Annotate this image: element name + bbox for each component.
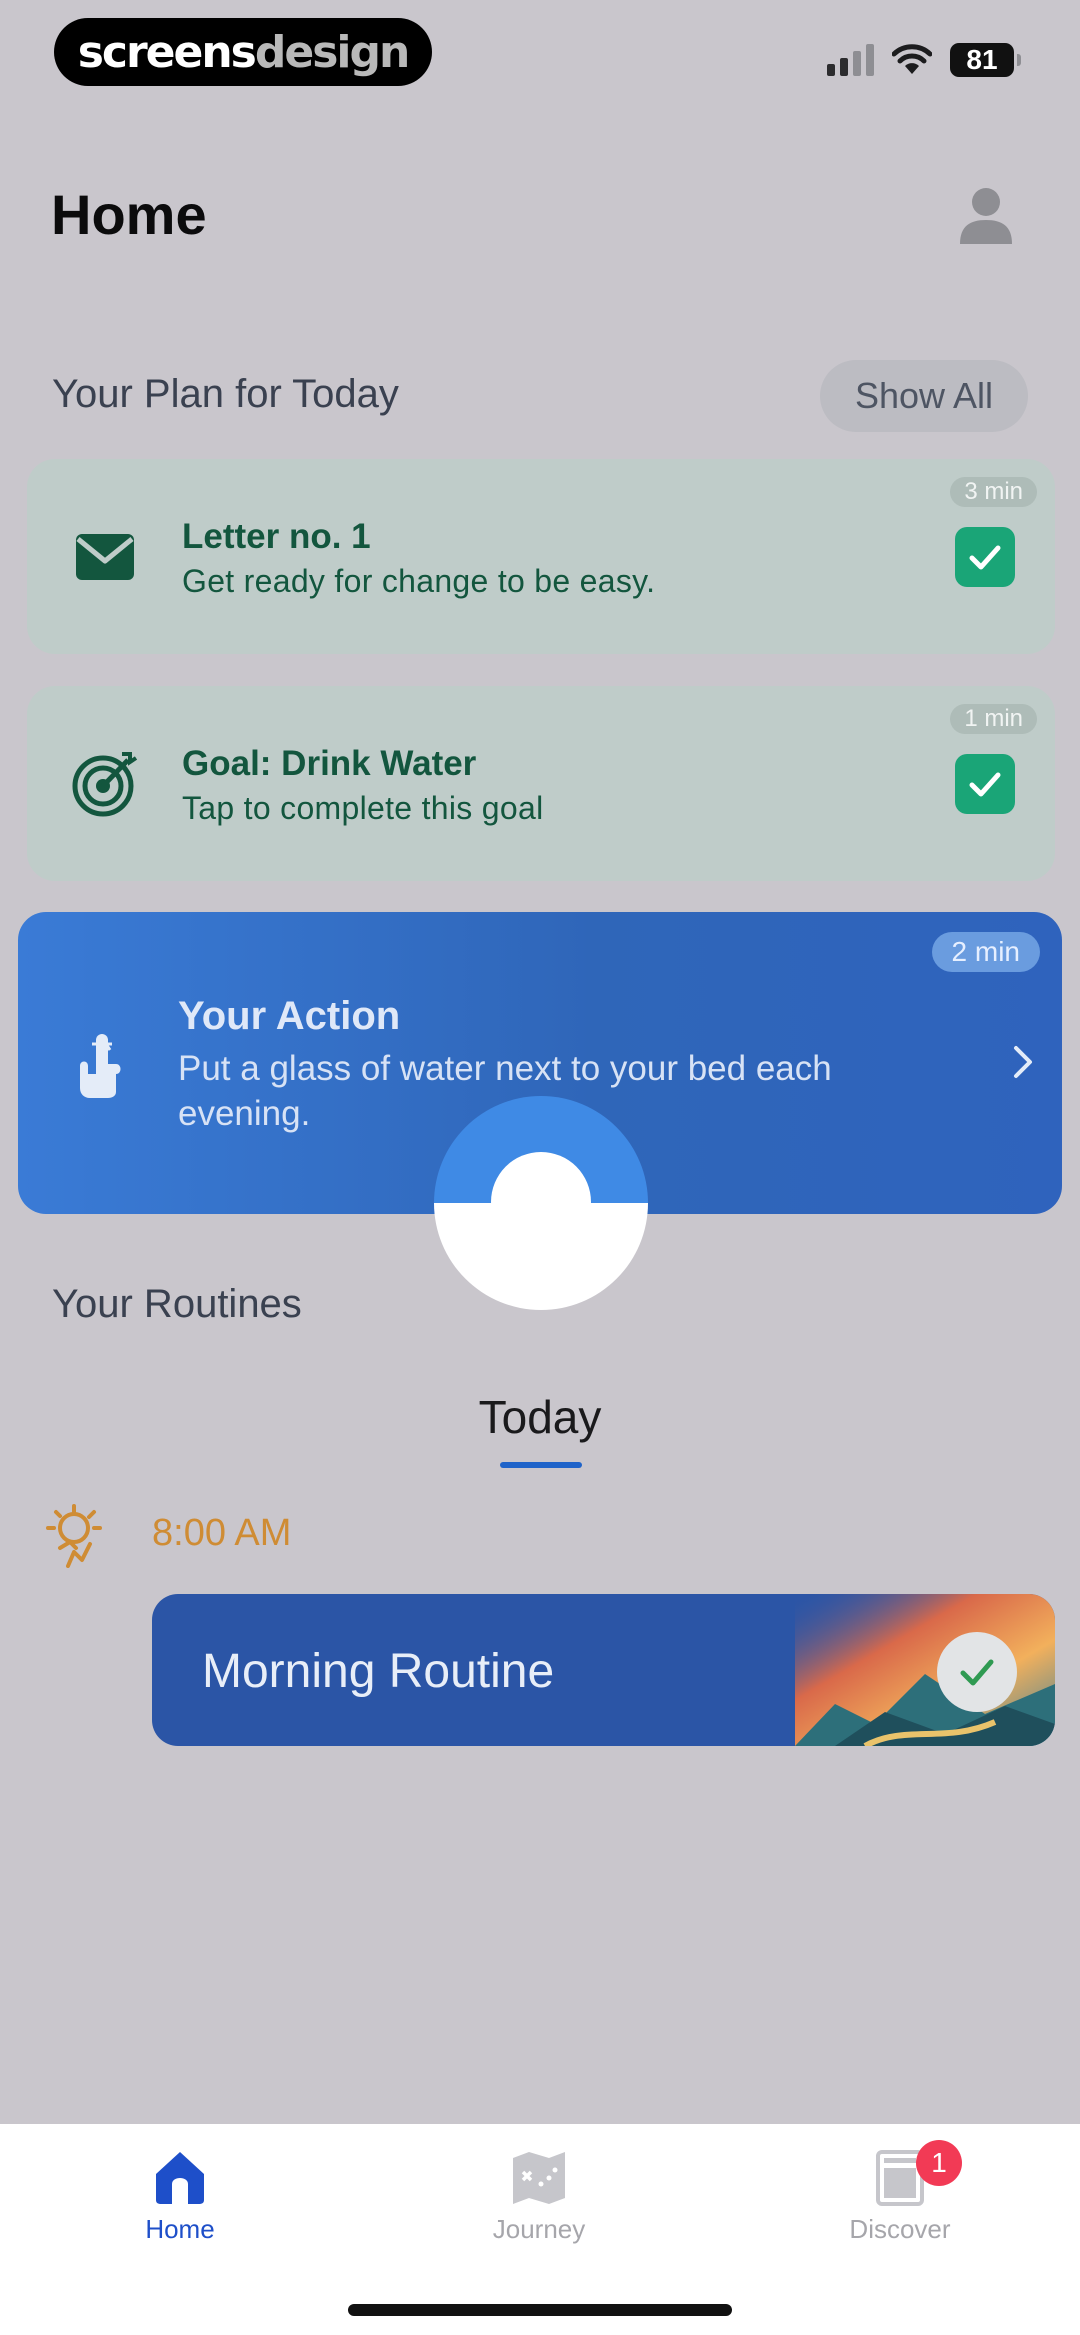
map-icon xyxy=(513,2152,565,2204)
plan-card-letter[interactable]: 3 min Letter no. 1 Get ready for change … xyxy=(27,459,1055,654)
person-icon[interactable] xyxy=(958,186,1014,246)
checkmark-icon xyxy=(969,772,1001,797)
tab-home[interactable]: Home xyxy=(80,2148,280,2268)
page-title: Home xyxy=(51,183,207,246)
plan-section-title: Your Plan for Today xyxy=(52,372,399,416)
tab-journey[interactable]: Journey xyxy=(439,2148,639,2268)
plan-item-subtitle: Get ready for change to be easy. xyxy=(182,563,656,599)
duration-badge: 1 min xyxy=(950,704,1037,734)
duration-badge: 2 min xyxy=(931,932,1040,972)
tab-label: Journey xyxy=(492,2214,586,2244)
completed-checkbox[interactable] xyxy=(955,754,1015,814)
finger-string-icon xyxy=(80,1034,121,1098)
home-indicator[interactable] xyxy=(348,2304,732,2316)
tab-discover[interactable]: Discover 1 xyxy=(800,2140,1000,2268)
routine-title: Morning Routine xyxy=(202,1645,555,1698)
plan-item-title: Letter no. 1 xyxy=(182,517,371,556)
action-title: Your Action xyxy=(178,994,401,1038)
routines-section-title: Your Routines xyxy=(52,1282,302,1326)
checkmark-icon xyxy=(969,545,1001,570)
completed-check[interactable] xyxy=(937,1632,1017,1712)
screensdesign-logo: screens design xyxy=(54,18,432,86)
battery-icon: 81 xyxy=(950,43,1021,77)
sun-morning-icon xyxy=(46,1504,102,1568)
loading-spinner xyxy=(434,1096,648,1310)
plan-item-title: Goal: Drink Water xyxy=(182,744,477,783)
notification-badge: 1 xyxy=(916,2140,962,2186)
tab-label: Discover xyxy=(849,2214,951,2244)
status-icons: 81 xyxy=(827,40,1021,80)
logo-text-design: design xyxy=(254,26,410,78)
routine-time: 8:00 AM xyxy=(152,1512,292,1554)
plan-item-subtitle: Tap to complete this goal xyxy=(182,790,544,826)
logo-text-screens: screens xyxy=(77,26,257,78)
wifi-icon xyxy=(892,44,932,74)
cellular-signal-icon xyxy=(827,44,874,76)
chevron-right-icon xyxy=(1014,1046,1032,1078)
completed-checkbox[interactable] xyxy=(955,527,1015,587)
checkmark-icon xyxy=(960,1659,994,1686)
tab-today[interactable]: Today xyxy=(0,1390,1080,1444)
tab-label: Home xyxy=(145,2214,215,2244)
envelope-icon xyxy=(76,534,134,580)
tab-underline xyxy=(500,1462,582,1468)
show-all-button[interactable]: Show All xyxy=(820,360,1028,432)
target-icon xyxy=(72,752,138,817)
home-icon xyxy=(156,2152,204,2204)
morning-routine-card[interactable]: Morning Routine xyxy=(152,1594,1055,1746)
duration-badge: 3 min xyxy=(950,477,1037,507)
plan-card-goal[interactable]: 1 min Goal: Drink Water Tap to complete … xyxy=(27,686,1055,881)
